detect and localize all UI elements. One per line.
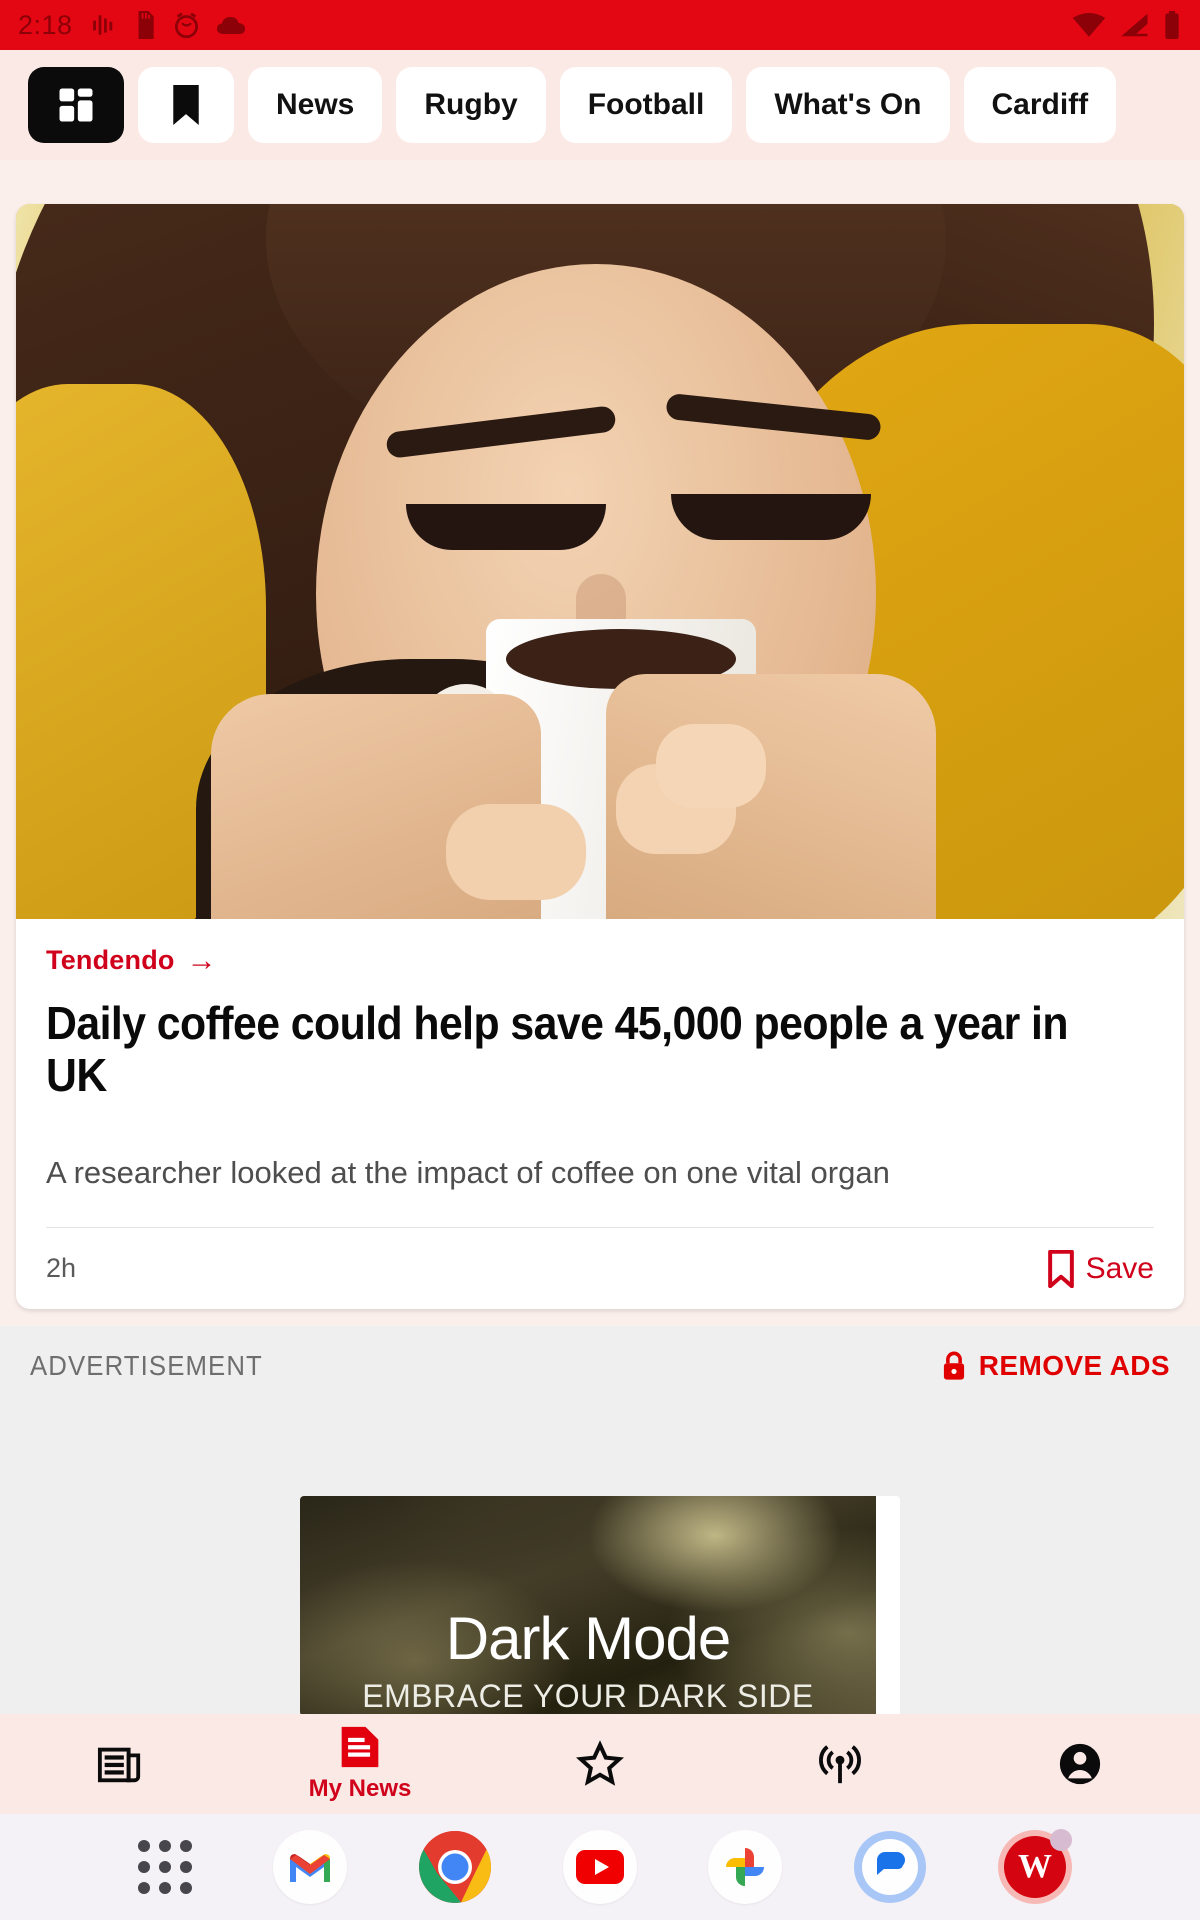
save-label: Save: [1085, 1251, 1154, 1285]
tab-news[interactable]: News: [248, 67, 383, 143]
messages-icon: [854, 1831, 926, 1903]
battery-icon: [1165, 11, 1179, 39]
ad-title: Dark Mode: [445, 1605, 731, 1672]
nav-item-radio[interactable]: [720, 1714, 960, 1814]
apps-grid-icon: [138, 1840, 192, 1894]
ad-subtitle: EMBRACE YOUR DARK SIDE: [362, 1678, 814, 1714]
youtube-icon: [576, 1850, 624, 1884]
article-footer: 2h Save: [46, 1227, 1154, 1309]
notification-dot: [1050, 1829, 1072, 1851]
tab-whats-on[interactable]: What's On: [746, 67, 950, 143]
status-bar: 2:18: [0, 0, 1200, 50]
article-card[interactable]: Tendendo → Daily coffee could help save …: [16, 204, 1184, 1310]
dock-messages[interactable]: [853, 1830, 927, 1904]
tab-cardiff[interactable]: Cardiff: [963, 67, 1117, 143]
alarm-icon: [174, 12, 198, 38]
nav-item-account[interactable]: [960, 1714, 1200, 1814]
article-timestamp: 2h: [46, 1253, 77, 1284]
chrome-icon: [419, 1831, 491, 1903]
signal-bars-icon: [92, 15, 112, 35]
status-right-icons: [1072, 11, 1180, 39]
document-icon: [341, 1726, 379, 1768]
article-headline[interactable]: Daily coffee could help save 45,000 peop…: [46, 997, 1076, 1101]
account-circle-icon: [1059, 1743, 1101, 1785]
kicker-label: Tendendo: [46, 945, 175, 975]
nav-item-my-news[interactable]: My News: [240, 1714, 480, 1814]
broadcast-icon: [819, 1745, 861, 1784]
advertisement-label: ADVERTISEMENT: [30, 1350, 263, 1381]
status-time: 2:18: [18, 9, 73, 40]
newspaper-icon: [97, 1747, 141, 1783]
gmail-icon: [290, 1854, 330, 1882]
android-dock[interactable]: W: [0, 1814, 1200, 1920]
bookmark-icon: [173, 85, 199, 125]
tab-bookmarks[interactable]: [138, 67, 234, 143]
app-screen: 2:18 News Rugby Football What's On Cardi…: [0, 0, 1200, 1920]
article-kicker[interactable]: Tendendo →: [46, 945, 1154, 976]
tab-dashboard[interactable]: [28, 67, 124, 143]
ad-background-image: Dark Mode EMBRACE YOUR DARK SIDE: [300, 1496, 876, 1716]
star-outline-icon: [576, 1740, 624, 1786]
bottom-navigation[interactable]: My News: [0, 1714, 1200, 1814]
remove-ads-label: REMOVE ADS: [978, 1350, 1170, 1381]
bookmark-outline-icon: [1047, 1249, 1074, 1288]
google-photos-icon: [726, 1848, 764, 1886]
article-body: Tendendo → Daily coffee could help save …: [16, 919, 1184, 1309]
dock-gmail[interactable]: [273, 1830, 347, 1904]
dock-walesonline[interactable]: W: [998, 1829, 1072, 1904]
cloud-icon: [216, 17, 245, 34]
save-button[interactable]: Save: [1046, 1249, 1154, 1288]
dashboard-grid-icon: [59, 88, 93, 122]
article-image: [16, 204, 1184, 919]
tab-football[interactable]: Football: [559, 67, 733, 143]
advertisement-header: ADVERTISEMENT REMOVE ADS: [0, 1326, 1200, 1382]
dock-photos[interactable]: [708, 1830, 782, 1904]
tab-rugby[interactable]: Rugby: [396, 67, 546, 143]
nav-label-my-news: My News: [308, 1775, 412, 1802]
advertisement-section: ADVERTISEMENT REMOVE ADS Dark Mode EMBRA…: [0, 1326, 1200, 1716]
lock-icon: [943, 1351, 964, 1380]
cellular-signal-icon: [1121, 13, 1148, 37]
nav-item-news-feed[interactable]: [0, 1714, 240, 1814]
sd-card-icon: [138, 11, 154, 39]
status-left-icons: [91, 11, 246, 39]
remove-ads-button[interactable]: REMOVE ADS: [941, 1350, 1170, 1382]
dock-chrome[interactable]: [418, 1830, 492, 1904]
category-tab-bar[interactable]: News Rugby Football What's On Cardiff: [0, 50, 1200, 160]
dock-all-apps[interactable]: [128, 1830, 202, 1904]
nav-item-favourites[interactable]: [480, 1714, 720, 1814]
arrow-right-icon: →: [186, 943, 217, 977]
wifi-icon: [1072, 12, 1106, 37]
ad-creative[interactable]: Dark Mode EMBRACE YOUR DARK SIDE: [300, 1496, 900, 1716]
dock-youtube[interactable]: [563, 1830, 637, 1904]
article-standfirst: A researcher looked at the impact of cof…: [46, 1155, 890, 1191]
